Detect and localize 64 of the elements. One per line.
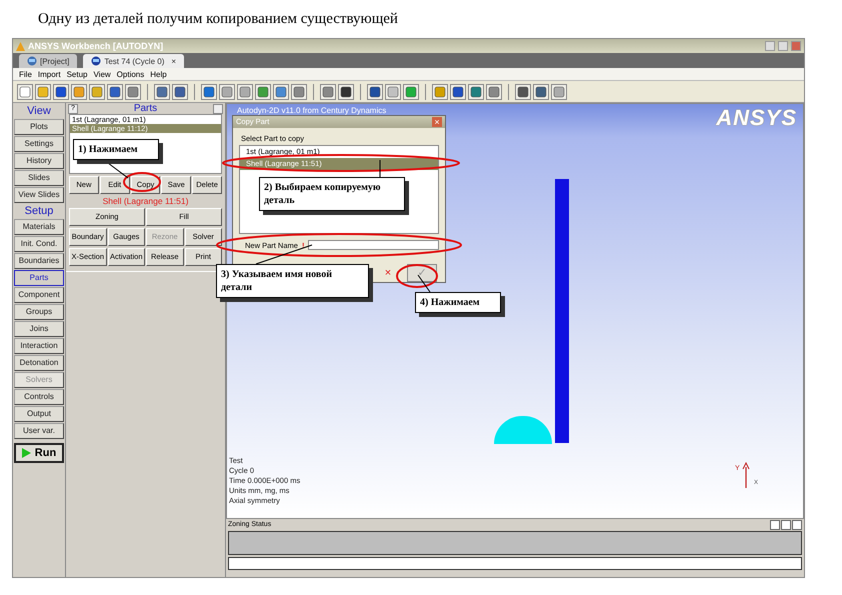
nav-button[interactable]: Groups (14, 304, 64, 320)
highlight-ellipse (123, 172, 161, 192)
toolbar-button[interactable] (125, 84, 141, 100)
nav-button[interactable]: Output (14, 406, 64, 422)
toolbar-button[interactable] (201, 84, 217, 100)
menu-item[interactable]: Import (38, 70, 61, 78)
part-name-field[interactable] (308, 240, 439, 250)
minimize-button[interactable] (213, 104, 223, 114)
toolbar-button[interactable] (255, 84, 271, 100)
menu-item[interactable]: Help (150, 70, 167, 78)
run-button[interactable]: Run (14, 443, 64, 463)
toolbar-button[interactable] (172, 84, 188, 100)
toolbar-button[interactable] (468, 84, 484, 100)
toolbar-button[interactable] (367, 84, 383, 100)
tab-close-button[interactable]: × (171, 56, 176, 66)
play-icon (22, 448, 31, 458)
leader-line (418, 274, 430, 292)
document-tab[interactable]: Test 74 (Cycle 0) × (83, 54, 184, 68)
globe-icon (91, 56, 102, 66)
toolbar-button[interactable] (107, 84, 123, 100)
nav-button[interactable]: User var. (14, 423, 64, 439)
toolbar-button[interactable] (320, 84, 336, 100)
toolbar-button[interactable] (291, 84, 307, 100)
nav-button[interactable]: Boundaries (14, 253, 64, 269)
nav-button[interactable]: View Slides (14, 187, 64, 203)
nav-button[interactable]: Joins (14, 321, 64, 337)
page-title: Одну из деталей получим копированием существующей (38, 11, 398, 28)
nav-button[interactable]: Detonation (14, 355, 64, 371)
nav-button[interactable]: Component (14, 287, 64, 303)
toolbar-button[interactable] (533, 84, 549, 100)
nav-button[interactable]: Init. Cond. (14, 236, 64, 252)
toolbar-button[interactable] (338, 84, 354, 100)
viewport-header: Autodyn-2D v11.0 from Century Dynamics (237, 106, 386, 115)
panel-title: Parts (132, 103, 158, 114)
toolbar-button[interactable] (273, 84, 289, 100)
nav-section-header: Setup (24, 204, 54, 218)
current-part-label: Shell (Lagrange 11:51) (102, 196, 190, 207)
project-icon (27, 56, 37, 66)
nav-button[interactable]: History (14, 153, 64, 169)
document-tab[interactable]: [Project] (19, 54, 78, 68)
nav-button[interactable]: Controls (14, 389, 64, 405)
nav-button[interactable]: Slides (14, 170, 64, 186)
toolbar-button[interactable] (154, 84, 170, 100)
toolbar-button[interactable] (486, 84, 502, 100)
leader-line (108, 162, 128, 178)
nav-section-header: View (26, 104, 52, 118)
nav-button[interactable]: Interaction (14, 338, 64, 354)
nav-button[interactable]: Parts (14, 270, 64, 286)
ansys-logo: ANSYS (716, 105, 797, 131)
menu-item[interactable]: File (19, 70, 32, 78)
menu-item[interactable]: Setup (66, 70, 88, 78)
window-title: ANSYS Workbench [AUTODYN] (28, 41, 164, 51)
app-logo-icon (16, 42, 25, 50)
menu-item[interactable]: View (93, 70, 111, 78)
nav-button[interactable]: Materials (14, 219, 64, 235)
cancel-button[interactable]: × (373, 264, 403, 282)
nav-button[interactable]: Plots (14, 119, 64, 135)
toolbar-button[interactable] (450, 84, 466, 100)
dialog-close-button[interactable]: × (432, 116, 442, 127)
nav-button[interactable]: Settings (14, 136, 64, 152)
toolbar-button[interactable] (53, 84, 69, 100)
toolbar-button[interactable] (515, 84, 531, 100)
highlight-ellipse (396, 264, 438, 288)
menu-item[interactable]: Options (116, 70, 144, 78)
